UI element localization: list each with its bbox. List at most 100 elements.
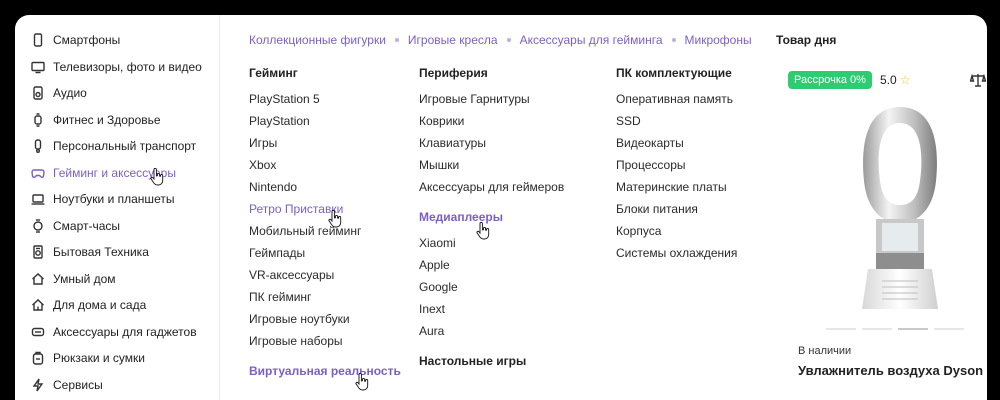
menu-link-xiaomi[interactable]: Xiaomi <box>419 236 564 258</box>
column-title: Гейминг <box>249 66 298 80</box>
speaker-icon <box>31 86 45 100</box>
sidebar-item-label: Телевизоры, фото и видео <box>53 59 202 74</box>
menu-link-playstation[interactable]: PlayStation <box>249 114 401 136</box>
menu-link-gaming-laptops[interactable]: Игровые ноутбуки <box>249 312 401 334</box>
product-name[interactable]: Увлажнитель воздуха Dyson <box>798 363 983 378</box>
sidebar-item-home-garden[interactable]: Для дома и сада <box>15 292 219 319</box>
product-image-humidifier[interactable] <box>846 101 954 317</box>
sidebar-item-label: Фитнес и Здоровье <box>53 112 161 127</box>
breadcrumb-link[interactable]: Игровые кресла <box>408 33 498 47</box>
menu-link-ram[interactable]: Оперативная память <box>616 92 737 114</box>
product-rating: 5.0 ☆ <box>880 73 910 87</box>
menu-link-google[interactable]: Google <box>419 280 564 302</box>
accessories-icon <box>31 325 45 339</box>
column-title: Периферия <box>419 66 488 80</box>
menu-link-psu[interactable]: Блоки питания <box>616 202 737 224</box>
breadcrumb-separator <box>394 38 399 42</box>
sidebar-item-smart-home[interactable]: Умный дом <box>15 266 219 293</box>
sidebar-item-appliances[interactable]: Бытовая Техника <box>15 239 219 266</box>
carousel-dot-active[interactable] <box>898 328 928 330</box>
sidebar-item-label: Аудио <box>53 86 87 101</box>
sidebar-item-label: Для дома и сада <box>53 298 147 313</box>
sidebar-item-label: Аксессуары для гаджетов <box>53 324 197 339</box>
sidebar-item-gaming[interactable]: Гейминг и аксессуары <box>15 160 219 187</box>
scales-icon[interactable] <box>969 72 987 88</box>
garden-icon <box>31 298 45 312</box>
rating-value: 5.0 <box>880 73 897 87</box>
menu-link-retro-consoles[interactable]: Ретро Приставки <box>249 202 401 224</box>
sidebar-item-smartwatch[interactable]: Смарт-часы <box>15 213 219 240</box>
carousel-dot[interactable] <box>862 328 892 330</box>
menu-link-keyboards[interactable]: Клавиатуры <box>419 136 564 158</box>
catalog-menu-panel: Смартфоны Телевизоры, фото и видео Аудио… <box>15 15 987 400</box>
fitness-tracker-icon <box>31 113 45 127</box>
menu-link-mice[interactable]: Мышки <box>419 158 564 180</box>
menu-link-gpu[interactable]: Видеокарты <box>616 136 737 158</box>
sidebar-item-services[interactable]: Сервисы <box>15 372 219 399</box>
breadcrumb: Коллекционные фигурки Игровые кресла Акс… <box>249 33 752 47</box>
watch-icon <box>31 219 45 233</box>
menu-link-inext[interactable]: Inext <box>419 302 564 324</box>
menu-link-mobile-gaming[interactable]: Мобильный гейминг <box>249 224 401 246</box>
menu-link-xbox[interactable]: Xbox <box>249 158 401 180</box>
breadcrumb-link[interactable]: Микрофоны <box>685 33 752 47</box>
menu-link-gaming-kits[interactable]: Игровые наборы <box>249 334 401 356</box>
breadcrumb-separator <box>671 38 676 42</box>
scooter-icon <box>31 139 45 154</box>
column-subtitle-board-games[interactable]: Настольные игры <box>419 354 564 376</box>
backpack-icon <box>31 351 45 365</box>
carousel-dot[interactable] <box>826 328 856 330</box>
sidebar-item-transport[interactable]: Персональный транспорт <box>15 133 219 160</box>
column-subtitle-vr[interactable]: Виртуальная реальность <box>249 364 401 386</box>
sidebar-item-label: Рюкзаки и сумки <box>53 351 145 366</box>
pc-components-column: ПК комплектующие Оперативная память SSD … <box>616 66 737 268</box>
image-carousel-indicator <box>826 328 964 330</box>
periphery-column: Периферия Игровые Гарнитуры Коврики Клав… <box>419 66 564 380</box>
menu-link-mousepads[interactable]: Коврики <box>419 114 564 136</box>
column-subtitle-media-players[interactable]: Медиаплееры <box>419 210 564 232</box>
sidebar-item-label: Смарт-часы <box>53 218 121 233</box>
breadcrumb-link[interactable]: Аксессуары для гейминга <box>520 33 663 47</box>
menu-link-nintendo[interactable]: Nintendo <box>249 180 401 202</box>
menu-link-games[interactable]: Игры <box>249 136 401 158</box>
menu-link-ssd[interactable]: SSD <box>616 114 737 136</box>
sidebar-item-smartphones[interactable]: Смартфоны <box>15 27 219 54</box>
menu-link-ps5[interactable]: PlayStation 5 <box>249 92 401 114</box>
menu-link-apple[interactable]: Apple <box>419 258 564 280</box>
availability-status: В наличии <box>798 345 852 357</box>
sidebar-item-audio[interactable]: Аудио <box>15 80 219 107</box>
menu-link-aura[interactable]: Aura <box>419 324 564 346</box>
star-icon: ☆ <box>899 73 911 87</box>
menu-link-gamer-accessories[interactable]: Аксессуары для геймеров <box>419 180 564 202</box>
column-title: ПК комплектующие <box>616 66 732 80</box>
deal-of-day-title: Товар дня <box>776 33 837 47</box>
breadcrumb-separator <box>506 38 511 42</box>
sidebar-item-fitness[interactable]: Фитнес и Здоровье <box>15 107 219 134</box>
menu-link-vr-accessories[interactable]: VR-аксессуары <box>249 268 401 290</box>
sidebar-item-label: Сервисы <box>53 377 103 392</box>
sidebar-item-gadget-accessories[interactable]: Аксессуары для гаджетов <box>15 319 219 346</box>
sidebar-item-label: Ноутбуки и планшеты <box>53 192 175 207</box>
menu-link-cases[interactable]: Корпуса <box>616 224 737 246</box>
carousel-dot[interactable] <box>934 328 964 330</box>
category-sidebar: Смартфоны Телевизоры, фото и видео Аудио… <box>15 15 220 400</box>
smart-home-icon <box>31 272 45 286</box>
breadcrumb-link[interactable]: Коллекционные фигурки <box>249 33 386 47</box>
menu-link-cpu[interactable]: Процессоры <box>616 158 737 180</box>
sidebar-item-label: Гейминг и аксессуары <box>53 165 176 180</box>
sidebar-item-laptops[interactable]: Ноутбуки и планшеты <box>15 186 219 213</box>
sidebar-item-tv[interactable]: Телевизоры, фото и видео <box>15 54 219 81</box>
menu-link-motherboards[interactable]: Материнские платы <box>616 180 737 202</box>
bolt-icon <box>31 378 45 392</box>
menu-link-gamepads[interactable]: Геймпады <box>249 246 401 268</box>
menu-link-headsets[interactable]: Игровые Гарнитуры <box>419 92 564 114</box>
smartphone-icon <box>31 33 45 47</box>
gaming-column: Гейминг PlayStation 5 PlayStation Игры X… <box>249 66 401 390</box>
product-of-day-card[interactable]: Рассрочка 0% 5.0 ☆ В наличии Увлажнитель… <box>776 67 987 400</box>
installment-badge: Рассрочка 0% <box>788 71 872 89</box>
laptop-icon <box>31 192 45 206</box>
menu-link-pc-gaming[interactable]: ПК гейминг <box>249 290 401 312</box>
sidebar-item-bags[interactable]: Рюкзаки и сумки <box>15 345 219 372</box>
sidebar-item-label: Умный дом <box>53 271 116 286</box>
menu-link-cooling[interactable]: Системы охлаждения <box>616 246 737 268</box>
